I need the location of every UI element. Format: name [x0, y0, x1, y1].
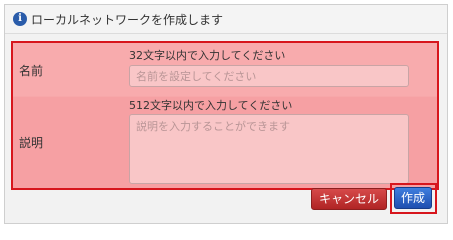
cancel-button[interactable]: キャンセル	[311, 188, 387, 210]
form-highlight: 名前 32文字以内で入力してください 説明 512文字以内で入力してください	[11, 41, 439, 190]
info-icon: i	[13, 12, 27, 26]
name-label: 名前	[19, 64, 44, 78]
description-label: 説明	[19, 136, 44, 150]
dialog-header: i ローカルネットワークを作成します	[5, 5, 447, 34]
name-input[interactable]	[129, 65, 409, 87]
dialog-title: ローカルネットワークを作成します	[31, 13, 224, 27]
description-hint: 512文字以内で入力してください	[129, 99, 293, 112]
create-button[interactable]: 作成	[394, 187, 432, 209]
description-textarea[interactable]	[129, 114, 409, 184]
name-hint: 32文字以内で入力してください	[129, 49, 286, 62]
name-row: 名前 32文字以内で入力してください	[13, 43, 437, 96]
description-row: 説明 512文字以内で入力してください	[13, 97, 437, 188]
